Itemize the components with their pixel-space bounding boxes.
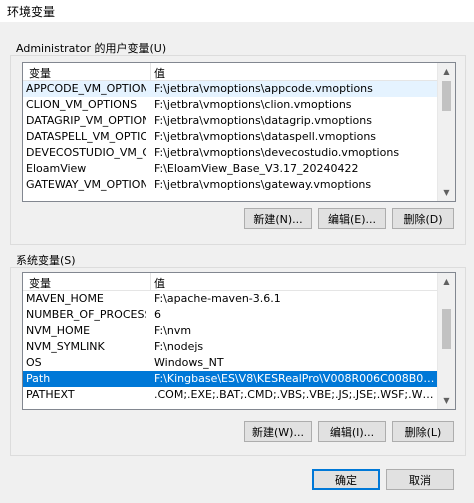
system-new-button[interactable]: 新建(W)... — [244, 421, 312, 442]
system-variables-label: 系统变量(S) — [16, 254, 76, 267]
table-row[interactable]: OS Windows_NT — [23, 355, 437, 371]
column-header-variable[interactable]: 变量 — [29, 275, 51, 291]
row-variable: GATEWAY_VM_OPTIONS — [26, 178, 146, 191]
row-variable: DATASPELL_VM_OPTIONS — [26, 130, 146, 143]
column-header-variable[interactable]: 变量 — [29, 65, 51, 81]
vertical-scrollbar[interactable]: ▲ ▼ — [437, 273, 455, 409]
table-row[interactable]: MAVEN_HOME F:\apache-maven-3.6.1 — [23, 291, 437, 307]
row-value: F:\nodejs — [154, 340, 204, 353]
table-row[interactable]: DEVECOSTUDIO_VM_OPTI... F:\jetbra\vmopti… — [23, 145, 437, 161]
user-variables-label: Administrator 的用户变量(U) — [16, 42, 167, 55]
row-variable: DATAGRIP_VM_OPTIONS — [26, 114, 146, 127]
list-header: 变量 值 — [23, 63, 437, 81]
title-bar: 环境变量 — [0, 0, 474, 22]
row-variable: DEVECOSTUDIO_VM_OPTI... — [26, 146, 146, 159]
row-value: F:\nvm — [154, 324, 192, 337]
row-value: .COM;.EXE;.BAT;.CMD;.VBS;.VBE;.JS;.JSE;.… — [154, 388, 437, 401]
row-value: 6 — [154, 308, 161, 321]
user-new-button[interactable]: 新建(N)... — [244, 208, 312, 229]
vertical-scrollbar[interactable]: ▲ ▼ — [437, 63, 455, 201]
scroll-down-arrow-icon[interactable]: ▼ — [438, 184, 455, 201]
table-row[interactable]: DATAGRIP_VM_OPTIONS F:\jetbra\vmoptions\… — [23, 113, 437, 129]
row-variable: OS — [26, 356, 42, 369]
row-value: F:\EloamView_Base_V3.17_20240422 — [154, 162, 359, 175]
user-rows: APPCODE_VM_OPTIONS F:\jetbra\vmoptions\a… — [23, 81, 437, 193]
row-variable: Path — [26, 372, 51, 385]
cancel-button[interactable]: 取消 — [386, 469, 454, 490]
column-header-value[interactable]: 值 — [154, 65, 165, 81]
row-value: F:\jetbra\vmoptions\gateway.vmoptions — [154, 178, 372, 191]
column-separator[interactable] — [150, 63, 151, 80]
system-edit-button[interactable]: 编辑(I)... — [318, 421, 386, 442]
row-value: F:\jetbra\vmoptions\appcode.vmoptions — [154, 82, 373, 95]
table-row-selected[interactable]: Path F:\Kingbase\ES\V8\KESRealPro\V008R0… — [23, 371, 437, 387]
user-edit-button[interactable]: 编辑(E)... — [318, 208, 386, 229]
system-rows: MAVEN_HOME F:\apache-maven-3.6.1 NUMBER_… — [23, 291, 437, 403]
scroll-up-arrow-icon[interactable]: ▲ — [438, 273, 455, 290]
user-variables-list[interactable]: 变量 值 APPCODE_VM_OPTIONS F:\jetbra\vmopti… — [22, 62, 456, 202]
table-row[interactable]: NUMBER_OF_PROCESSORS 6 — [23, 307, 437, 323]
ok-button[interactable]: 确定 — [312, 469, 380, 490]
row-value: Windows_NT — [154, 356, 224, 369]
scroll-thumb[interactable] — [442, 81, 451, 111]
row-value: F:\apache-maven-3.6.1 — [154, 292, 281, 305]
row-value: F:\Kingbase\ES\V8\KESRealPro\V008R006C00… — [154, 372, 437, 385]
table-row[interactable]: CLION_VM_OPTIONS F:\jetbra\vmoptions\cli… — [23, 97, 437, 113]
row-variable: APPCODE_VM_OPTIONS — [26, 82, 146, 95]
scroll-down-arrow-icon[interactable]: ▼ — [438, 392, 455, 409]
table-row[interactable]: PATHEXT .COM;.EXE;.BAT;.CMD;.VBS;.VBE;.J… — [23, 387, 437, 403]
row-value: F:\jetbra\vmoptions\clion.vmoptions — [154, 98, 352, 111]
table-row[interactable]: APPCODE_VM_OPTIONS F:\jetbra\vmoptions\a… — [23, 81, 437, 97]
scroll-thumb[interactable] — [442, 309, 451, 349]
row-value: F:\jetbra\vmoptions\dataspell.vmoptions — [154, 130, 377, 143]
column-separator[interactable] — [150, 273, 151, 290]
table-row[interactable]: NVM_SYMLINK F:\nodejs — [23, 339, 437, 355]
row-value: F:\jetbra\vmoptions\datagrip.vmoptions — [154, 114, 372, 127]
column-header-value[interactable]: 值 — [154, 275, 165, 291]
row-variable: NUMBER_OF_PROCESSORS — [26, 308, 146, 321]
table-row[interactable]: GATEWAY_VM_OPTIONS F:\jetbra\vmoptions\g… — [23, 177, 437, 193]
row-variable: EloamView — [26, 162, 87, 175]
system-delete-button[interactable]: 删除(L) — [392, 421, 454, 442]
table-row[interactable]: EloamView F:\EloamView_Base_V3.17_202404… — [23, 161, 437, 177]
table-row[interactable]: NVM_HOME F:\nvm — [23, 323, 437, 339]
row-value: F:\jetbra\vmoptions\devecostudio.vmoptio… — [154, 146, 400, 159]
user-delete-button[interactable]: 删除(D) — [392, 208, 454, 229]
window-title: 环境变量 — [7, 5, 56, 19]
system-variables-list[interactable]: 变量 值 MAVEN_HOME F:\apache-maven-3.6.1 NU… — [22, 272, 456, 410]
table-row[interactable]: DATASPELL_VM_OPTIONS F:\jetbra\vmoptions… — [23, 129, 437, 145]
row-variable: NVM_SYMLINK — [26, 340, 105, 353]
row-variable: NVM_HOME — [26, 324, 91, 337]
scroll-up-arrow-icon[interactable]: ▲ — [438, 63, 455, 80]
list-header: 变量 值 — [23, 273, 437, 291]
row-variable: CLION_VM_OPTIONS — [26, 98, 138, 111]
row-variable: MAVEN_HOME — [26, 292, 104, 305]
row-variable: PATHEXT — [26, 388, 75, 401]
